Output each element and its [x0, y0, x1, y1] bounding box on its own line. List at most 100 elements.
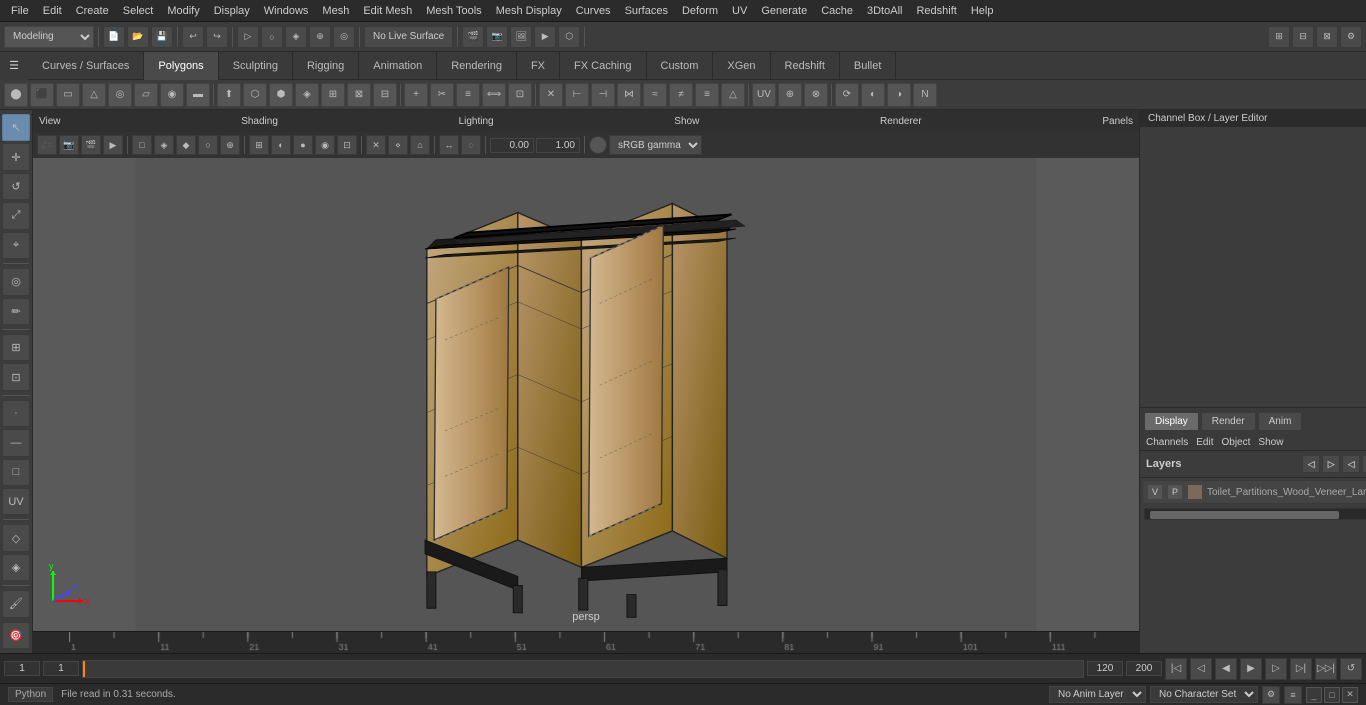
- menu-windows[interactable]: Windows: [257, 3, 316, 19]
- paint-sel-btn[interactable]: ✏: [2, 298, 30, 325]
- menu-cache[interactable]: Cache: [814, 3, 860, 19]
- prev-key-btn[interactable]: |◁: [1165, 658, 1187, 680]
- cam-btn1[interactable]: 🎥: [37, 135, 57, 155]
- menu-mesh-display[interactable]: Mesh Display: [489, 3, 569, 19]
- frame-max-input[interactable]: [1126, 661, 1162, 676]
- anim-layer-dropdown[interactable]: No Anim Layer: [1049, 686, 1146, 703]
- menu-mesh[interactable]: Mesh: [315, 3, 356, 19]
- cube-icon[interactable]: ⬛: [30, 83, 54, 107]
- cylinder-icon[interactable]: ▭: [56, 83, 80, 107]
- display-mode5[interactable]: ⊡: [337, 135, 357, 155]
- snap-grid-btn[interactable]: ⊡: [2, 363, 30, 390]
- menu-edit-mesh[interactable]: Edit Mesh: [356, 3, 419, 19]
- gamma-input1[interactable]: [490, 138, 534, 153]
- tab-redshift[interactable]: Redshift: [771, 52, 840, 80]
- layer-row[interactable]: V P Toilet_Partitions_Wood_Veneer_Lamin: [1142, 480, 1366, 504]
- connect-icon[interactable]: ⟺: [482, 83, 506, 107]
- tab-rendering[interactable]: Rendering: [437, 52, 517, 80]
- cb-menu-channels[interactable]: Channels: [1146, 437, 1188, 448]
- cut-icon[interactable]: ✂: [430, 83, 454, 107]
- xray-icon[interactable]: ◑: [887, 83, 911, 107]
- bridge-icon[interactable]: ⬡: [243, 83, 267, 107]
- tab-xgen[interactable]: XGen: [713, 52, 770, 80]
- select-tool-btn[interactable]: ↖: [2, 114, 30, 141]
- frame-start-input[interactable]: [4, 661, 40, 676]
- torus-icon[interactable]: ◎: [108, 83, 132, 107]
- cam-icon-btn[interactable]: 🎯: [2, 622, 30, 649]
- select-icon[interactable]: ▷: [237, 26, 259, 48]
- snap-btn3[interactable]: ⌂: [410, 135, 430, 155]
- move-tool-btn[interactable]: ✛: [2, 143, 30, 170]
- edge-btn[interactable]: —: [2, 429, 30, 456]
- end-frame-btn[interactable]: ▷▷|: [1315, 658, 1337, 680]
- normal-icon[interactable]: N: [913, 83, 937, 107]
- pivot-icon[interactable]: ✕: [539, 83, 563, 107]
- win-minimize[interactable]: _: [1306, 687, 1322, 703]
- vp-menu-show[interactable]: Show: [674, 116, 699, 127]
- harden-icon[interactable]: ≠: [669, 83, 693, 107]
- cb-scrollbar-thumb[interactable]: [1150, 511, 1339, 519]
- sel-mode5[interactable]: ⊕: [220, 135, 240, 155]
- menu-icon[interactable]: ☰: [0, 52, 28, 80]
- fill-icon[interactable]: ⬢: [269, 83, 293, 107]
- render5-icon[interactable]: ⬡: [558, 26, 580, 48]
- layer-prev-btn[interactable]: ◁: [1342, 455, 1360, 473]
- menu-help[interactable]: Help: [964, 3, 1001, 19]
- tab-fx-caching[interactable]: FX Caching: [560, 52, 646, 80]
- layer-p-toggle[interactable]: P: [1167, 484, 1183, 500]
- tab-polygons[interactable]: Polygons: [144, 52, 218, 80]
- layer-color-swatch[interactable]: [1187, 484, 1203, 500]
- tab-sculpting[interactable]: Sculpting: [219, 52, 293, 80]
- new-file-icon[interactable]: 📄: [103, 26, 125, 48]
- render4-icon[interactable]: ▶: [534, 26, 556, 48]
- scene-3d[interactable]: x y z persp: [33, 158, 1139, 631]
- play-back-btn[interactable]: ◀: [1215, 658, 1237, 680]
- display-mode4[interactable]: ◉: [315, 135, 335, 155]
- menu-deform[interactable]: Deform: [675, 3, 725, 19]
- tab-fx[interactable]: FX: [517, 52, 560, 80]
- merge-icon[interactable]: ⊠: [347, 83, 371, 107]
- viewport[interactable]: View Shading Lighting Show Renderer Pane…: [33, 110, 1139, 631]
- tab-rigging[interactable]: Rigging: [293, 52, 359, 80]
- layer-add-btn[interactable]: ◁: [1302, 455, 1320, 473]
- mirror-icon[interactable]: ⊢: [565, 83, 589, 107]
- reduce-icon[interactable]: △: [721, 83, 745, 107]
- isolate-btn[interactable]: ◌: [461, 135, 481, 155]
- menu-curves[interactable]: Curves: [569, 3, 618, 19]
- workspace-dropdown[interactable]: Modeling: [4, 26, 94, 48]
- tab-curves-surfaces[interactable]: Curves / Surfaces: [28, 52, 144, 80]
- pipe-icon[interactable]: ▬: [186, 83, 210, 107]
- cb-scrollbar[interactable]: [1144, 508, 1366, 520]
- menu-display[interactable]: Display: [207, 3, 257, 19]
- layer-v-toggle[interactable]: V: [1147, 484, 1163, 500]
- status-icon1[interactable]: ⚙: [1262, 686, 1280, 704]
- prev-frame-btn[interactable]: ◁: [1190, 658, 1212, 680]
- gamma-input2[interactable]: [536, 138, 580, 153]
- menu-3dto[interactable]: 3DtoAll: [860, 3, 909, 19]
- loop-btn[interactable]: ↺: [1340, 658, 1362, 680]
- menu-mesh-tools[interactable]: Mesh Tools: [419, 3, 488, 19]
- menu-edit[interactable]: Edit: [36, 3, 69, 19]
- cb-menu-edit[interactable]: Edit: [1196, 437, 1213, 448]
- extrude-icon[interactable]: ⬆: [217, 83, 241, 107]
- magnet-icon[interactable]: ◎: [333, 26, 355, 48]
- bevel-lt-btn[interactable]: ◈: [2, 554, 30, 581]
- display-mode1[interactable]: ⊞: [249, 135, 269, 155]
- win-close[interactable]: ✕: [1342, 687, 1358, 703]
- bevel-icon[interactable]: ◈: [295, 83, 319, 107]
- flip-icon[interactable]: ⊣: [591, 83, 615, 107]
- cone-icon[interactable]: △: [82, 83, 106, 107]
- plane-icon[interactable]: ▱: [134, 83, 158, 107]
- play-fwd-btn[interactable]: ▶: [1240, 658, 1262, 680]
- menu-create[interactable]: Create: [69, 3, 116, 19]
- vp-menu-lighting[interactable]: Lighting: [459, 116, 494, 127]
- collapse-icon[interactable]: ⊡: [508, 83, 532, 107]
- status-icon2[interactable]: ≡: [1284, 686, 1302, 704]
- render2-icon[interactable]: 📷: [486, 26, 508, 48]
- python-label[interactable]: Python: [8, 687, 53, 702]
- paint-icon[interactable]: ◈: [285, 26, 307, 48]
- append-icon[interactable]: +: [404, 83, 428, 107]
- soft-select-btn[interactable]: ◎: [2, 268, 30, 295]
- face-btn[interactable]: □: [2, 459, 30, 486]
- sel-mode2[interactable]: ◈: [154, 135, 174, 155]
